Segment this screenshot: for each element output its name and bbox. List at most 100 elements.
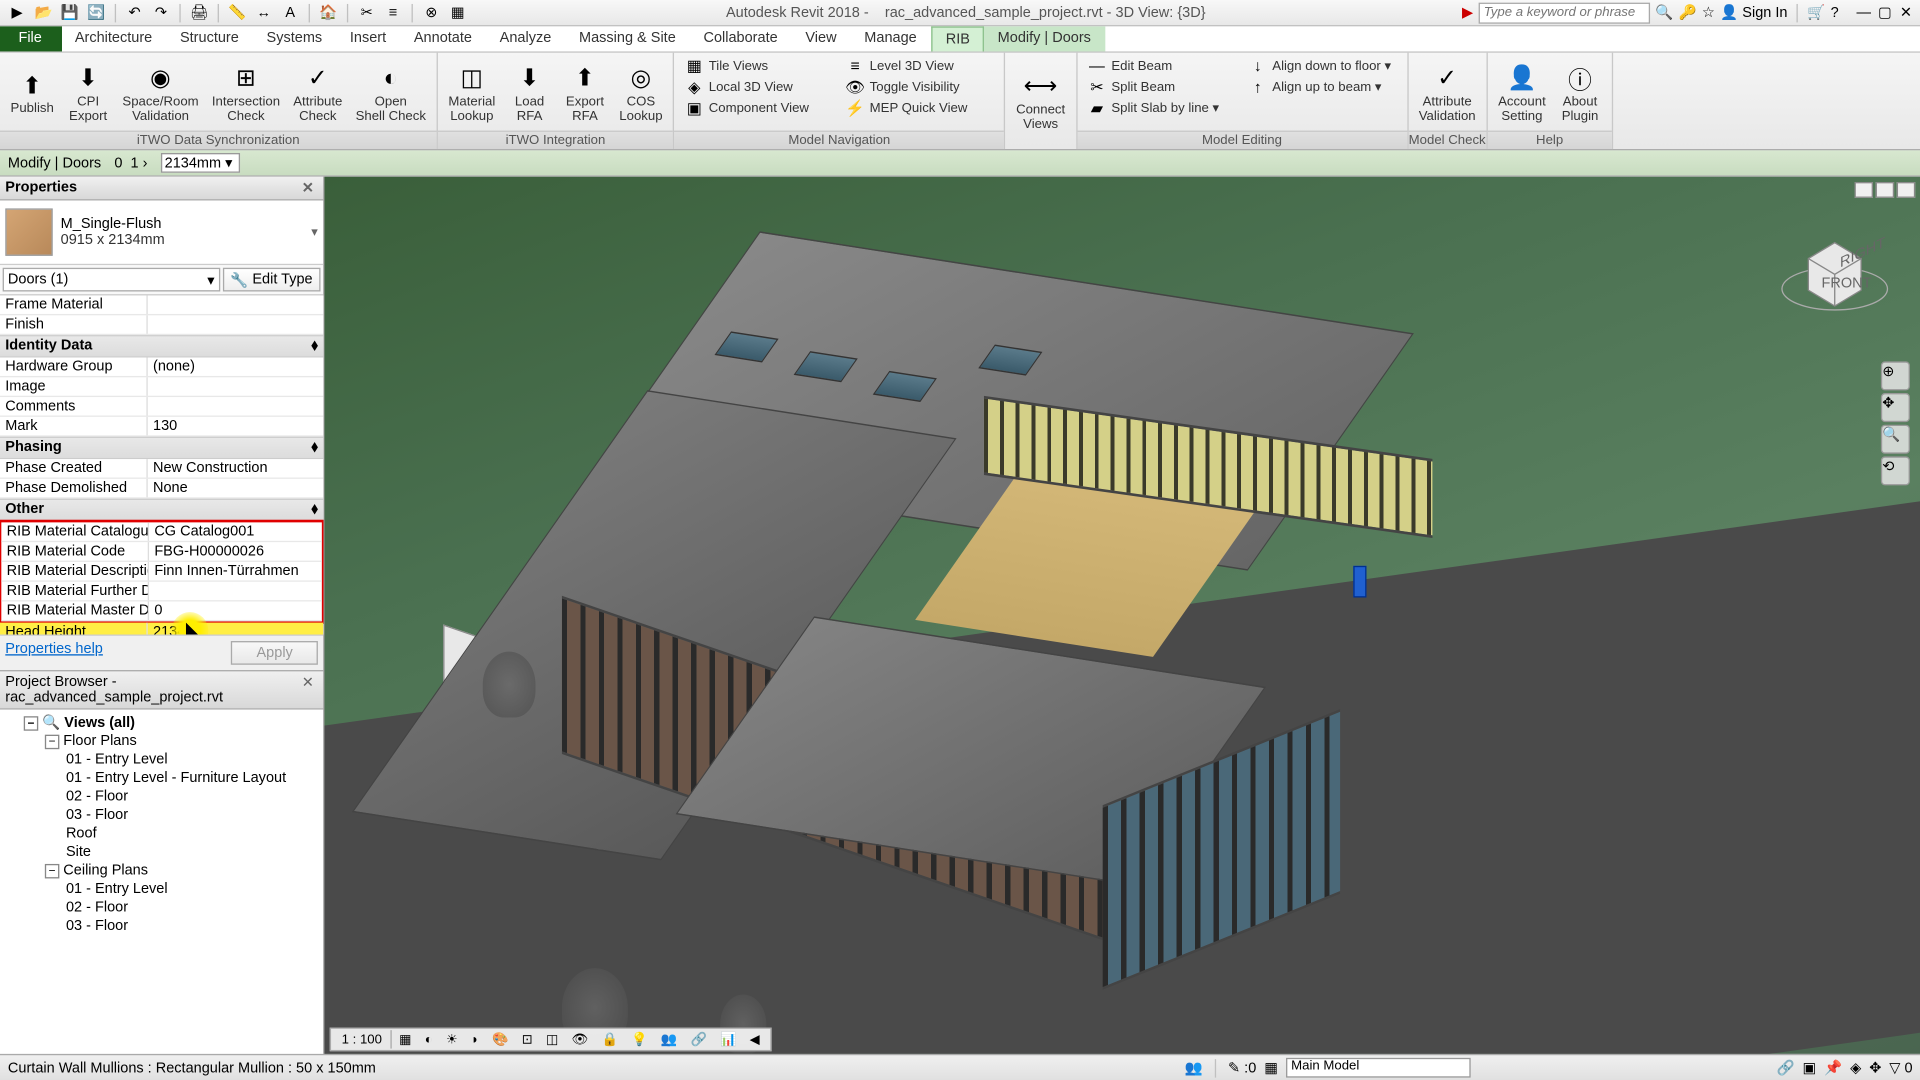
properties-close-icon[interactable]: ✕ bbox=[298, 179, 318, 196]
dimensions-icon[interactable]: ↔ bbox=[252, 2, 276, 23]
property-row[interactable]: Head Height2134.0 bbox=[0, 623, 323, 635]
tab-view[interactable]: View bbox=[792, 26, 851, 51]
ribbon-button-cos-lookup[interactable]: ◎COSLookup bbox=[614, 55, 668, 130]
search-input[interactable] bbox=[1478, 2, 1649, 23]
tree-view-item[interactable]: 03 - Floor bbox=[3, 917, 321, 935]
app-exchange-icon[interactable]: 🛒 bbox=[1807, 4, 1825, 21]
minimize-button[interactable]: — bbox=[1855, 3, 1873, 21]
temporary-hide-icon[interactable]: 🔒 bbox=[596, 1029, 623, 1050]
redo-icon[interactable]: ↷ bbox=[149, 2, 173, 23]
ribbon-button-export-rfa[interactable]: ⬆ExportRFA bbox=[559, 55, 612, 130]
property-row[interactable]: RIB Material DescriptionFinn Innen-Türra… bbox=[1, 562, 322, 582]
vp-minimize-icon[interactable] bbox=[1855, 182, 1873, 198]
filter-icon[interactable]: ▽ 0 bbox=[1889, 1059, 1912, 1076]
reveal-icon[interactable]: 💡 bbox=[626, 1029, 653, 1050]
property-value[interactable]: FBG-H00000026 bbox=[149, 542, 322, 560]
favorite-icon[interactable]: ☆ bbox=[1702, 4, 1715, 21]
ribbon-button-component-view[interactable]: ▣Component View bbox=[680, 98, 838, 119]
tree-collapse-icon[interactable]: − bbox=[45, 735, 60, 750]
ribbon-button-tile-views[interactable]: ▦Tile Views bbox=[680, 55, 838, 76]
restore-button[interactable]: ▢ bbox=[1876, 3, 1894, 21]
tab-systems[interactable]: Systems bbox=[253, 26, 336, 51]
drag-elements-icon[interactable]: ✥ bbox=[1869, 1059, 1881, 1076]
apply-button[interactable]: Apply bbox=[231, 641, 317, 665]
ribbon-button-edit-beam[interactable]: —Edit Beam bbox=[1082, 55, 1240, 76]
steering-wheel-icon[interactable]: ⊕ bbox=[1881, 361, 1910, 390]
pb-close-icon[interactable]: ✕ bbox=[298, 674, 318, 706]
ribbon-button-connect-views[interactable]: ⟷ConnectViews bbox=[1011, 55, 1071, 146]
tab-collaborate[interactable]: Collaborate bbox=[690, 26, 792, 51]
ribbon-button-load-rfa[interactable]: ⬇LoadRFA bbox=[503, 55, 556, 130]
ribbon-button-mep-quick-view[interactable]: ⚡MEP Quick View bbox=[841, 98, 999, 119]
shadows-icon[interactable]: ◗ bbox=[466, 1029, 485, 1050]
ribbon-button-publish[interactable]: ⬆Publish bbox=[5, 55, 59, 130]
edit-type-button[interactable]: 🔧 Edit Type bbox=[222, 268, 320, 292]
ribbon-button-attribute-validation[interactable]: ✓AttributeValidation bbox=[1413, 55, 1481, 130]
tree-view-item[interactable]: Roof bbox=[3, 824, 321, 842]
type-dropdown-icon[interactable]: ▾ bbox=[311, 225, 318, 240]
section-icon[interactable]: ✂ bbox=[355, 2, 379, 23]
select-underlay-icon[interactable]: ▣ bbox=[1802, 1059, 1816, 1076]
property-row[interactable]: Frame Material bbox=[0, 295, 323, 315]
property-row[interactable]: Phase DemolishedNone bbox=[0, 479, 323, 499]
tree-view-item[interactable]: 02 - Floor bbox=[3, 787, 321, 805]
tree-group[interactable]: −Ceiling Plans bbox=[3, 861, 321, 879]
orbit-icon[interactable]: ⟲ bbox=[1881, 456, 1910, 485]
undo-icon[interactable]: ↶ bbox=[123, 2, 147, 23]
crop-view-icon[interactable]: ⊡ bbox=[516, 1029, 538, 1050]
property-value[interactable]: 130 bbox=[148, 417, 323, 435]
ribbon-button-open-shell-check[interactable]: ◐OpenShell Check bbox=[350, 55, 431, 130]
sign-in-button[interactable]: 👤 Sign In bbox=[1720, 4, 1787, 21]
analytical-icon[interactable]: 📊 bbox=[715, 1029, 742, 1050]
tree-view-item[interactable]: Site bbox=[3, 843, 321, 861]
tab-annotate[interactable]: Annotate bbox=[401, 26, 487, 51]
property-row[interactable]: RIB Material CatalogueCG Catalog001 bbox=[1, 522, 322, 542]
ribbon-button-split-slab-by-line-[interactable]: ▰Split Slab by line ▾ bbox=[1082, 98, 1240, 119]
open-icon[interactable]: 📂 bbox=[32, 2, 56, 23]
pan-icon[interactable]: ✥ bbox=[1881, 393, 1910, 422]
tree-collapse-icon[interactable]: − bbox=[45, 864, 60, 879]
property-value[interactable] bbox=[148, 315, 323, 333]
tab-analyze[interactable]: Analyze bbox=[486, 26, 565, 51]
ribbon-button-intersection-check[interactable]: ⊞IntersectionCheck bbox=[207, 55, 286, 130]
tab-insert[interactable]: Insert bbox=[337, 26, 401, 51]
key-icon[interactable]: 🔑 bbox=[1679, 4, 1697, 21]
workset-icon[interactable]: 👥 bbox=[1185, 1059, 1203, 1076]
ribbon-button-split-beam[interactable]: ✂Split Beam bbox=[1082, 77, 1240, 98]
property-row[interactable]: RIB Material Further Des... bbox=[1, 582, 322, 602]
scale-control[interactable]: 1 : 100 bbox=[336, 1029, 387, 1050]
switch-window-icon[interactable]: ▦ bbox=[446, 2, 470, 23]
text-icon[interactable]: A bbox=[278, 2, 302, 23]
tree-view-item[interactable]: 01 - Entry Level bbox=[3, 880, 321, 898]
property-value[interactable]: CG Catalog001 bbox=[149, 522, 322, 540]
close-button[interactable]: ✕ bbox=[1897, 3, 1915, 21]
thin-lines-icon[interactable]: ≡ bbox=[381, 2, 405, 23]
property-value[interactable] bbox=[148, 295, 323, 313]
ribbon-button-toggle-visibility[interactable]: 👁Toggle Visibility bbox=[841, 77, 999, 98]
rendering-icon[interactable]: 🎨 bbox=[487, 1029, 514, 1050]
help-icon[interactable]: ? bbox=[1831, 5, 1839, 21]
property-row[interactable]: RIB Material Master Dat...0 bbox=[1, 601, 322, 621]
offset-input[interactable]: 2134mm ▾ bbox=[161, 153, 240, 173]
tab-rib[interactable]: RIB bbox=[931, 26, 984, 51]
viewcube[interactable]: FRONT RIGHT bbox=[1775, 216, 1894, 335]
property-value[interactable]: New Construction bbox=[148, 459, 323, 477]
ribbon-button-local-3d-view[interactable]: ◈Local 3D View bbox=[680, 77, 838, 98]
unhide-icon[interactable]: 👁 bbox=[566, 1029, 593, 1050]
property-row[interactable]: Image bbox=[0, 377, 323, 397]
property-value[interactable]: 2134.0 bbox=[148, 623, 323, 635]
tree-view-item[interactable]: 02 - Floor bbox=[3, 898, 321, 916]
zoom-icon[interactable]: 🔍 bbox=[1881, 425, 1910, 454]
select-face-icon[interactable]: ◈ bbox=[1850, 1059, 1861, 1076]
property-row[interactable]: Hardware Group(none) bbox=[0, 357, 323, 377]
file-tab[interactable]: File bbox=[0, 26, 62, 51]
property-row[interactable]: Mark130 bbox=[0, 417, 323, 437]
property-value[interactable]: Finn Innen-Türrahmen bbox=[149, 562, 322, 580]
workset-dropdown[interactable]: Main Model bbox=[1286, 1058, 1471, 1078]
type-selector[interactable]: M_Single-Flush 0915 x 2134mm ▾ bbox=[0, 200, 323, 265]
property-row[interactable]: RIB Material CodeFBG-H00000026 bbox=[1, 542, 322, 562]
tree-group[interactable]: −Floor Plans bbox=[3, 732, 321, 750]
tab-structure[interactable]: Structure bbox=[167, 26, 254, 51]
ribbon-button-space-room-validation[interactable]: ◉Space/RoomValidation bbox=[117, 55, 204, 130]
tree-view-item[interactable]: 03 - Floor bbox=[3, 806, 321, 824]
